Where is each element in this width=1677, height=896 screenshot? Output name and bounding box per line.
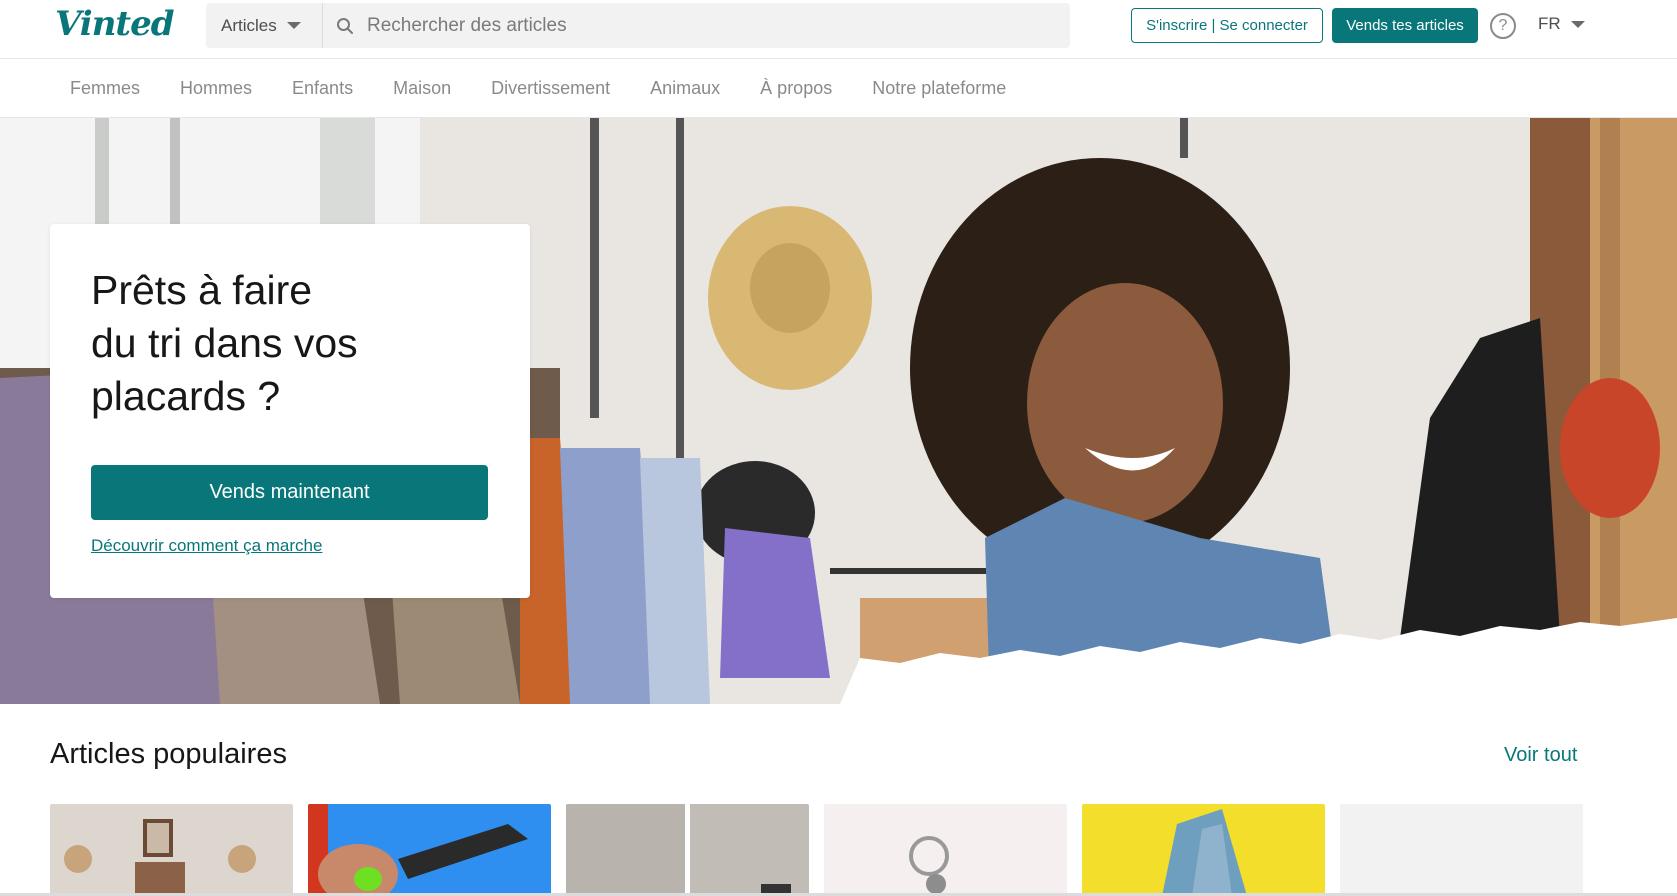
item-card[interactable] <box>1082 804 1325 896</box>
item-card[interactable] <box>566 804 809 896</box>
item-photo <box>308 804 551 896</box>
item-card[interactable] <box>1340 804 1583 896</box>
nav-item-hommes[interactable]: Hommes <box>180 78 252 99</box>
hero-banner: Prêts à faire du tri dans vos placards ?… <box>0 118 1677 704</box>
how-it-works-link[interactable]: Découvrir comment ça marche <box>91 536 322 556</box>
item-photo <box>1082 804 1325 896</box>
hero-title-line: du tri dans vos <box>91 320 358 366</box>
item-photo <box>824 804 1067 896</box>
hero-card: Prêts à faire du tri dans vos placards ?… <box>50 224 530 598</box>
search-bar: Articles <box>206 3 1070 48</box>
item-card[interactable] <box>50 804 293 896</box>
language-select[interactable]: FR <box>1538 14 1585 34</box>
item-photo <box>50 804 293 896</box>
item-card[interactable] <box>308 804 551 896</box>
nav-item-animaux[interactable]: Animaux <box>650 78 720 99</box>
sell-now-button[interactable]: Vends maintenant <box>91 465 488 520</box>
nav-item-notre-plateforme[interactable]: Notre plateforme <box>872 78 1006 99</box>
language-label: FR <box>1538 14 1561 33</box>
search-category-label: Articles <box>221 15 277 35</box>
top-header: Vinted Articles S'inscrire | Se connecte… <box>0 0 1677 59</box>
sell-items-button[interactable]: Vends tes articles <box>1332 8 1478 43</box>
signup-login-button[interactable]: S'inscrire | Se connecter <box>1131 8 1323 43</box>
item-card[interactable] <box>824 804 1067 896</box>
nav-item-a-propos[interactable]: À propos <box>760 78 832 99</box>
vinted-logo[interactable]: Vinted <box>55 4 175 44</box>
category-nav: Femmes Hommes Enfants Maison Divertissem… <box>0 59 1677 118</box>
hero-title-line: Prêts à faire <box>91 267 313 313</box>
popular-items-row <box>50 804 1600 896</box>
item-photo <box>566 804 809 896</box>
help-icon[interactable]: ? <box>1490 13 1516 39</box>
chevron-down-icon <box>286 22 301 29</box>
nav-item-femmes[interactable]: Femmes <box>70 78 140 99</box>
nav-item-maison[interactable]: Maison <box>393 78 451 99</box>
search-category-select[interactable]: Articles <box>206 3 323 48</box>
hero-title-line: placards ? <box>91 373 281 419</box>
search-input[interactable] <box>367 3 1070 48</box>
see-all-link[interactable]: Voir tout <box>1504 744 1577 767</box>
hero-title: Prêts à faire du tri dans vos placards ? <box>91 264 451 423</box>
popular-section-title: Articles populaires <box>50 738 287 770</box>
chevron-down-icon <box>1570 20 1585 28</box>
search-icon <box>323 17 367 35</box>
nav-item-divertissement[interactable]: Divertissement <box>491 78 610 99</box>
nav-item-enfants[interactable]: Enfants <box>292 78 353 99</box>
